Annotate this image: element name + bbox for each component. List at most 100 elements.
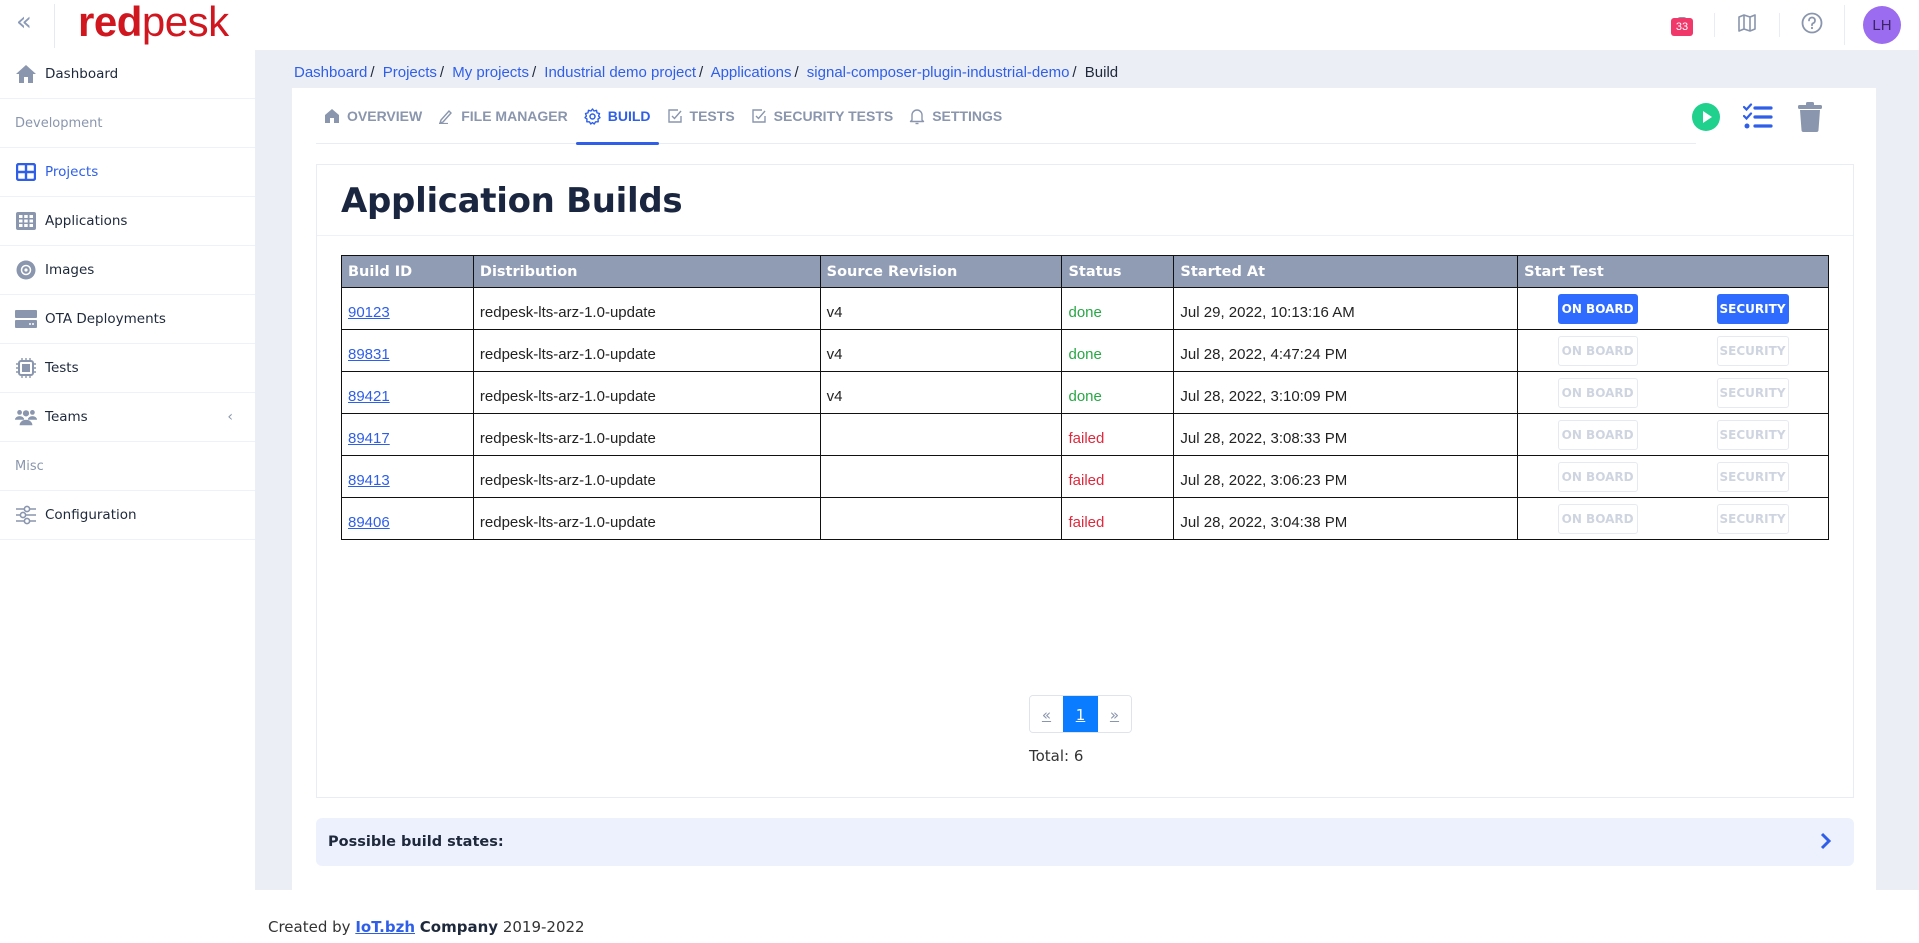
started-at-cell: Jul 28, 2022, 3:08:33 PM: [1173, 413, 1519, 456]
checkbox-icon: [667, 108, 683, 124]
start-test-cell: ON BOARD SECURITY: [1517, 413, 1829, 456]
total-count: Total: 6: [1029, 747, 1084, 765]
sidebar-item-label: Teams: [45, 409, 88, 425]
status-badge: done: [1068, 304, 1102, 321]
sidebar-item-teams[interactable]: Teams ‹: [0, 393, 255, 442]
start-build-button[interactable]: [1680, 102, 1732, 136]
started-at-cell: Jul 28, 2022, 4:47:24 PM: [1173, 329, 1519, 372]
sidebar-item-projects[interactable]: Projects: [0, 148, 255, 197]
chevron-left-icon[interactable]: ‹: [227, 409, 233, 425]
divider: [54, 4, 55, 48]
pagination-prev[interactable]: «: [1030, 696, 1063, 732]
checkbox-icon: [751, 108, 767, 124]
build-list-button[interactable]: [1732, 102, 1784, 136]
pencil-icon: [438, 108, 454, 124]
build-id-cell: 89413: [341, 455, 474, 498]
source-revision-cell: [819, 455, 1063, 498]
application-panel: OVERVIEW FILE MANAGER BUILD TESTS SECURI…: [292, 88, 1876, 892]
table-header-row: Build ID Distribution Source Revision St…: [341, 255, 1829, 288]
book-icon: [1737, 14, 1757, 36]
breadcrumb-dashboard[interactable]: Dashboard: [294, 64, 367, 81]
pagination-next[interactable]: »: [1098, 696, 1131, 732]
security-test-button[interactable]: SECURITY: [1716, 293, 1789, 324]
tab-file-manager[interactable]: FILE MANAGER: [430, 88, 576, 144]
status-badge: failed: [1068, 472, 1105, 489]
help-icon: [1801, 12, 1823, 38]
build-id-link[interactable]: 89831: [348, 346, 390, 363]
main-content: Dashboard / Projects / My projects / Indust…: [255, 50, 1919, 892]
build-id-cell: 89421: [341, 371, 474, 414]
page-title: Application Builds: [341, 181, 683, 221]
distribution-cell: redpesk-lts-arz-1.0-update: [472, 497, 821, 540]
documentation-button[interactable]: [1715, 0, 1779, 50]
team-icon: [15, 406, 37, 428]
possible-build-states-expander[interactable]: Possible build states:: [316, 818, 1854, 866]
user-avatar[interactable]: LH: [1863, 6, 1901, 44]
status-badge: failed: [1068, 514, 1105, 531]
apps-icon: [15, 210, 37, 232]
sidebar-item-ota-deployments[interactable]: OTA Deployments: [0, 295, 255, 344]
pagination: « 1 »: [1029, 695, 1132, 733]
top-bar: « redpesk 33 LH: [0, 0, 1919, 50]
chevron-right-icon: [1820, 832, 1832, 854]
sidebar-item-images[interactable]: Images: [0, 246, 255, 295]
build-id-cell: 89417: [341, 413, 474, 456]
sidebar-item-applications[interactable]: Applications: [0, 197, 255, 246]
source-revision-cell: v4: [819, 371, 1063, 414]
breadcrumb-applications[interactable]: Applications: [711, 64, 792, 81]
sidebar-item-label: Dashboard: [45, 66, 119, 82]
started-at-cell: Jul 29, 2022, 10:13:16 AM: [1173, 287, 1519, 330]
sidebar-item-dashboard[interactable]: Dashboard: [0, 50, 255, 99]
builds-card: Application Builds Build ID Distribution…: [316, 164, 1854, 798]
security-test-button: SECURITY: [1716, 335, 1789, 366]
sidebar-item-label: OTA Deployments: [45, 311, 166, 327]
tab-settings[interactable]: SETTINGS: [901, 88, 1010, 144]
sidebar: Dashboard Development Projects Applicati…: [0, 50, 255, 943]
collapse-sidebar-button[interactable]: «: [16, 8, 42, 38]
sidebar-section-misc: Misc: [0, 442, 255, 491]
divider: [317, 235, 1853, 236]
tab-security-tests[interactable]: SECURITY TESTS: [743, 88, 902, 144]
start-test-cell: ON BOARD SECURITY: [1517, 497, 1829, 540]
tab-tests[interactable]: TESTS: [659, 88, 743, 144]
column-header-source-revision: Source Revision: [819, 255, 1063, 288]
onboard-test-button[interactable]: ON BOARD: [1557, 293, 1638, 324]
breadcrumb-projects[interactable]: Projects: [383, 64, 437, 81]
table-row: 89421 redpesk-lts-arz-1.0-update v4 done Jul…: [341, 371, 1829, 414]
disc-icon: [15, 259, 37, 281]
started-at-cell: Jul 28, 2022, 3:10:09 PM: [1173, 371, 1519, 414]
sidebar-item-tests[interactable]: Tests: [0, 344, 255, 393]
sidebar-item-configuration[interactable]: Configuration: [0, 491, 255, 540]
tab-overview[interactable]: OVERVIEW: [316, 88, 430, 144]
security-test-button: SECURITY: [1716, 461, 1789, 492]
build-id-link[interactable]: 89421: [348, 388, 390, 405]
sliders-icon: [15, 504, 37, 526]
status-cell: done: [1061, 287, 1175, 330]
source-revision-cell: v4: [819, 329, 1063, 372]
build-id-link[interactable]: 89417: [348, 430, 390, 447]
sidebar-section-development: Development: [0, 99, 255, 148]
security-test-button: SECURITY: [1716, 419, 1789, 450]
redpesk-logo[interactable]: redpesk: [78, 0, 229, 46]
help-button[interactable]: [1780, 0, 1844, 50]
source-revision-cell: v4: [819, 287, 1063, 330]
iotbzh-link[interactable]: IoT.bzh: [355, 918, 415, 936]
breadcrumb-application[interactable]: signal-composer-plugin-industrial-demo: [807, 64, 1070, 81]
tab-build[interactable]: BUILD: [575, 88, 659, 145]
divider: [1844, 5, 1845, 45]
build-id-link[interactable]: 90123: [348, 304, 390, 321]
start-test-cell: ON BOARD SECURITY: [1517, 329, 1829, 372]
build-id-link[interactable]: 89406: [348, 514, 390, 531]
breadcrumb-my-projects[interactable]: My projects: [452, 64, 529, 81]
start-test-cell: ON BOARD SECURITY: [1517, 371, 1829, 414]
start-test-cell: ON BOARD SECURITY: [1517, 455, 1829, 498]
build-id-link[interactable]: 89413: [348, 472, 390, 489]
notifications-button[interactable]: 33: [1650, 0, 1714, 50]
source-revision-cell: [819, 497, 1063, 540]
pagination-page-1[interactable]: 1: [1063, 696, 1098, 732]
status-cell: done: [1061, 329, 1175, 372]
sidebar-item-label: Tests: [45, 360, 79, 376]
delete-button[interactable]: [1784, 102, 1836, 136]
build-id-cell: 90123: [341, 287, 474, 330]
breadcrumb-project[interactable]: Industrial demo project: [544, 64, 696, 81]
